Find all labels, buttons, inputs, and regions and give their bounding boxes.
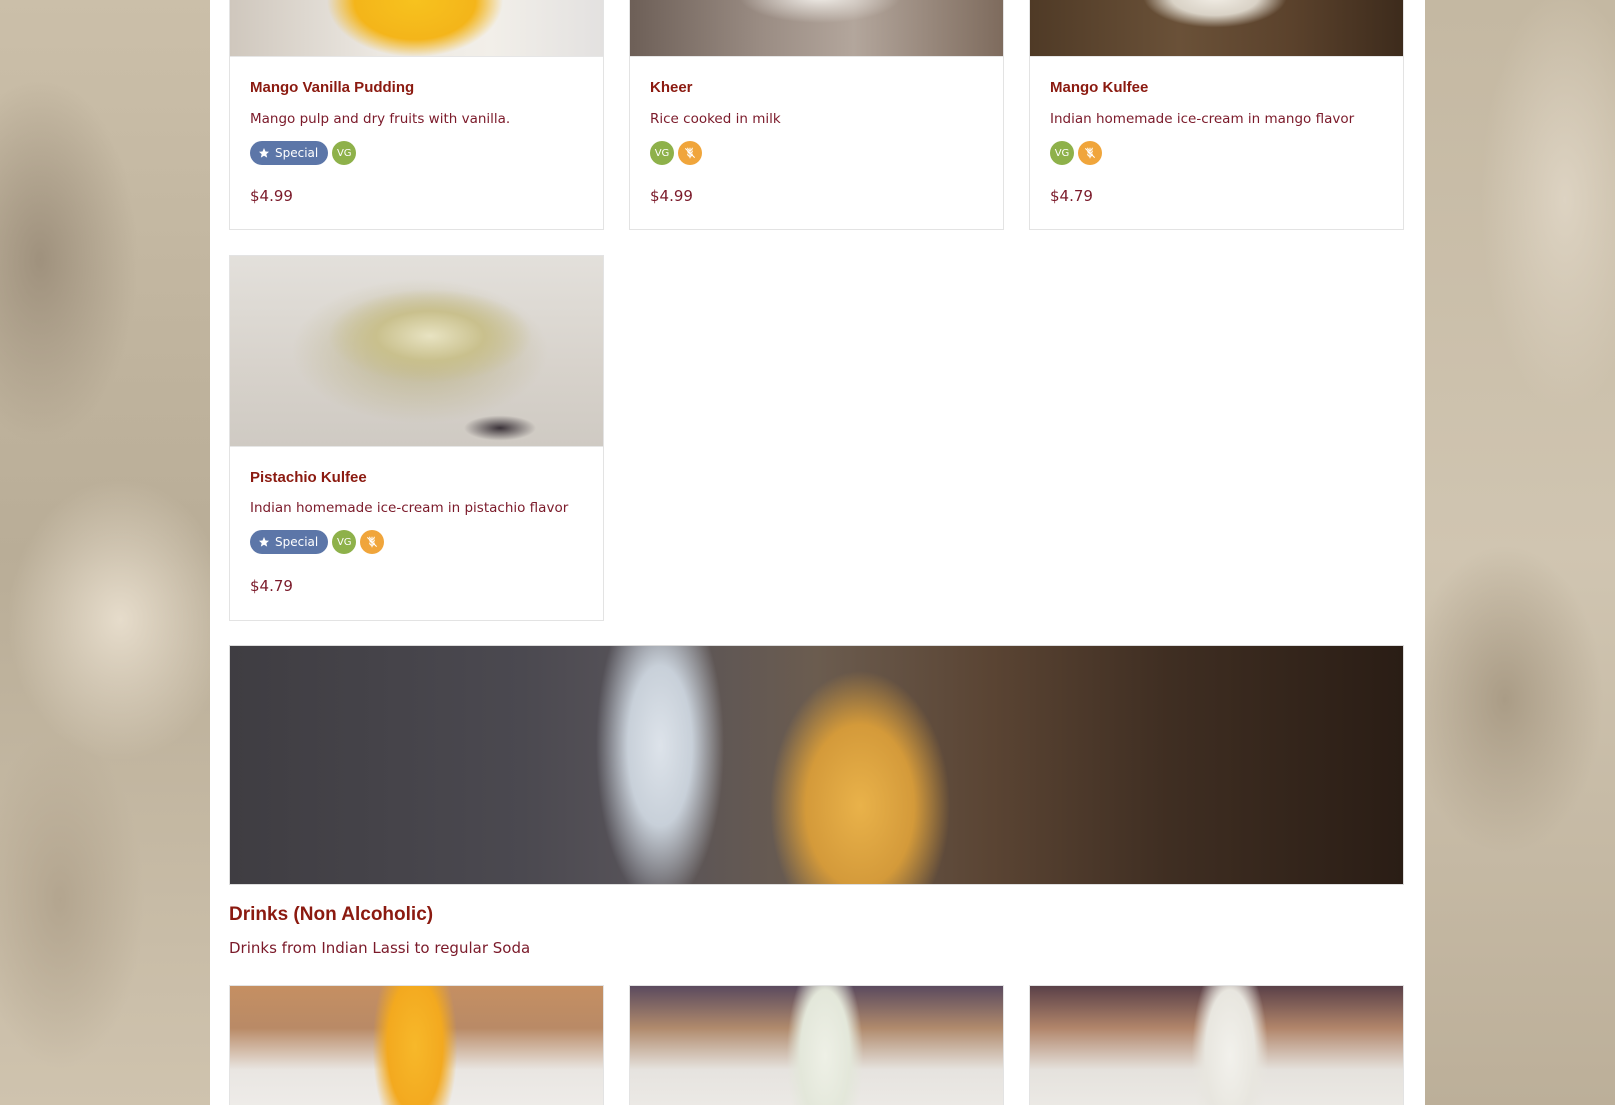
background-right: [1425, 0, 1615, 1105]
special-label: Special: [275, 535, 319, 549]
menu-item-card[interactable]: [629, 985, 1004, 1105]
item-price: $4.79: [1050, 187, 1093, 205]
item-price: $4.79: [250, 577, 293, 595]
drink-photo: [230, 986, 603, 1105]
item-description: Mango pulp and dry fruits with vanilla.: [250, 111, 511, 127]
item-title[interactable]: Kheer: [650, 79, 693, 96]
special-badge: Special: [250, 141, 329, 165]
item-title[interactable]: Pistachio Kulfee: [250, 469, 367, 486]
item-title[interactable]: Mango Vanilla Pudding: [250, 79, 414, 96]
background-left: [0, 0, 210, 1105]
drink-photo: [1030, 986, 1403, 1105]
drinks-banner-image: [229, 645, 1404, 885]
pistachio-kulfee-photo: [230, 256, 603, 447]
menu-item-card[interactable]: Mango Vanilla Pudding Mango pulp and dry…: [229, 0, 604, 230]
gluten-free-icon: [360, 530, 385, 554]
special-badge: Special: [250, 530, 329, 554]
item-badges: VG: [1050, 141, 1102, 165]
item-description: Indian homemade ice-cream in pistachio f…: [250, 500, 569, 516]
item-title[interactable]: Mango Kulfee: [1050, 79, 1148, 96]
menu-item-card[interactable]: [1029, 985, 1404, 1105]
item-description: Rice cooked in milk: [650, 111, 781, 127]
vegetarian-badge: VG: [1050, 141, 1074, 165]
item-badges: Special VG: [250, 141, 357, 165]
item-price: $4.99: [250, 187, 293, 205]
gluten-free-icon: [1078, 141, 1102, 165]
gluten-free-icon: [678, 141, 702, 165]
item-description: Indian homemade ice-cream in mango flavo…: [1050, 111, 1355, 127]
item-badges: Special VG: [250, 530, 385, 554]
vegetarian-badge: VG: [332, 530, 357, 554]
menu-item-card[interactable]: Pistachio Kulfee Indian homemade ice-cre…: [229, 255, 604, 621]
star-icon: [259, 148, 269, 158]
vegetarian-badge: VG: [332, 141, 357, 165]
menu-page: Mango Vanilla Pudding Mango pulp and dry…: [210, 0, 1425, 1105]
drink-photo: [630, 986, 1003, 1105]
menu-item-card[interactable]: Kheer Rice cooked in milk VG $4.99: [629, 0, 1004, 230]
menu-item-card[interactable]: Mango Kulfee Indian homemade ice-cream i…: [1029, 0, 1404, 230]
star-icon: [259, 537, 269, 547]
mango-pudding-photo: [230, 0, 603, 57]
section-title: Drinks (Non Alcoholic): [229, 904, 434, 925]
menu-item-card[interactable]: [229, 985, 604, 1105]
kheer-photo: [630, 0, 1003, 57]
mango-kulfee-photo: [1030, 0, 1403, 57]
vegetarian-badge: VG: [650, 141, 674, 165]
item-badges: VG: [650, 141, 702, 165]
section-description: Drinks from Indian Lassi to regular Soda: [229, 939, 531, 957]
special-label: Special: [275, 146, 319, 160]
item-price: $4.99: [650, 187, 693, 205]
